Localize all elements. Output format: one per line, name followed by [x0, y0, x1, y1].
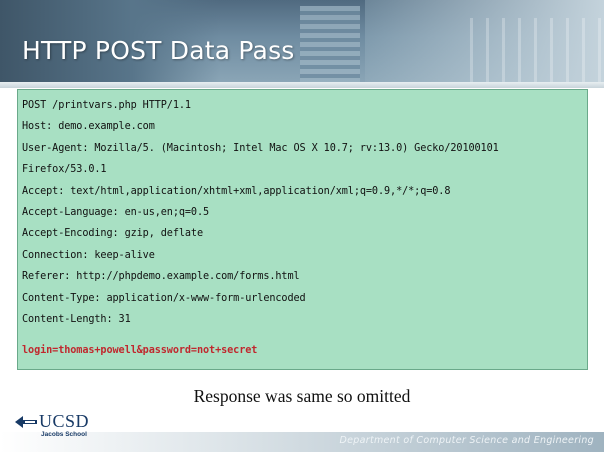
- request-body: login=thomas+powell&password=not+secret: [22, 345, 258, 357]
- header-accept-encoding: Accept-Encoding: gzip, deflate: [22, 228, 204, 240]
- ucsd-logo: UCSD Jacobs School: [14, 411, 124, 445]
- header-user-agent: User-Agent: Mozilla/5. (Macintosh; Intel…: [22, 142, 499, 154]
- header-accept-language: Accept-Language: en-us,en;q=0.5: [22, 207, 210, 219]
- header-referer: Referer: http://phpdemo.example.com/form…: [22, 271, 300, 283]
- header-band: HTTP POST Data Pass: [0, 0, 604, 82]
- header-accept: Accept: text/html,application/xhtml+xml,…: [22, 185, 451, 197]
- footer-department: Department of Computer Science and Engin…: [339, 435, 594, 446]
- header-connection: Connection: keep-alive: [22, 249, 155, 261]
- header-background-windows: [300, 6, 360, 82]
- slide-caption: Response was same so omitted: [193, 386, 411, 406]
- http-request-box: POST /printvars.php HTTP/1.1 Host: demo.…: [17, 89, 588, 370]
- header-content-length: Content-Length: 31: [22, 314, 131, 326]
- request-line: POST /printvars.php HTTP/1.1: [22, 100, 191, 111]
- header-host: Host: demo.example.com: [22, 121, 155, 133]
- header-divider: [0, 82, 604, 88]
- header-user-agent-continued: Firefox/53.0.1: [22, 164, 107, 176]
- logo-wordmark: UCSD: [39, 411, 90, 431]
- slide: HTTP POST Data Pass POST /printvars.php …: [0, 0, 604, 452]
- header-background-columns: [470, 18, 604, 82]
- trident-icon: [15, 416, 37, 428]
- logo-subtitle: Jacobs School: [41, 431, 87, 438]
- header-body-separator: [22, 330, 587, 340]
- slide-title: HTTP POST Data Pass: [22, 36, 295, 65]
- header-content-type: Content-Type: application/x-www-form-url…: [22, 292, 306, 304]
